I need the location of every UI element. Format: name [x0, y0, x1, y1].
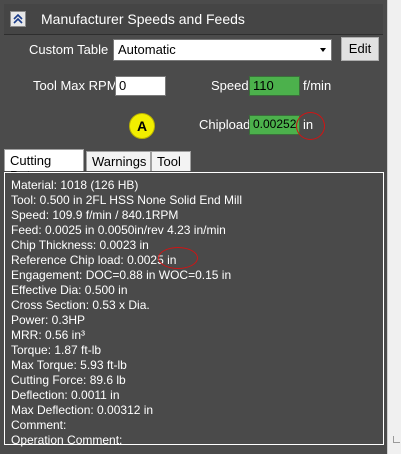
- data-line-max-deflection: Max Deflection: 0.00312 in: [11, 403, 154, 417]
- custom-table-label: Custom Table: [29, 42, 109, 57]
- data-line-deflection: Deflection: 0.0011 in: [11, 388, 120, 402]
- data-line-operation-comment: Operation Comment:: [11, 433, 123, 447]
- panel-title: Manufacturer Speeds and Feeds: [41, 11, 245, 27]
- custom-table-value: Automatic: [118, 42, 176, 57]
- chipload-input[interactable]: 0.00252: [249, 115, 300, 135]
- data-line-reference-chip-load: Reference Chip load: 0.0025 in: [11, 253, 177, 267]
- double-chevron-up-icon: [13, 14, 23, 24]
- edit-button[interactable]: Edit: [341, 37, 379, 61]
- tool-max-rpm-input[interactable]: 0: [115, 76, 166, 96]
- panel-header: Manufacturer Speeds and Feeds: [4, 4, 383, 35]
- speed-unit: f/min: [303, 78, 332, 93]
- speed-label: Speed: [211, 78, 249, 93]
- speeds-feeds-panel: Manufacturer Speeds and Feeds Custom Tab…: [0, 0, 387, 454]
- data-line-speed: Speed: 109.9 f/min / 840.1RPM: [11, 208, 179, 222]
- data-line-material: Material: 1018 (126 HB): [11, 178, 139, 192]
- dropdown-arrow-icon: [320, 48, 326, 52]
- custom-table-select[interactable]: Automatic: [113, 39, 332, 61]
- resize-grip-icon: [393, 436, 400, 443]
- tab-warnings[interactable]: Warnings: [86, 151, 151, 171]
- data-line-feed: Feed: 0.0025 in 0.0050in/rev 4.23 in/min: [11, 223, 226, 237]
- right-edge-strip: [387, 0, 401, 454]
- tool-max-rpm-label: Tool Max RPM: [33, 78, 118, 93]
- data-line-cross-section: Cross Section: 0.53 x Dia.: [11, 298, 150, 312]
- data-line-max-torque: Max Torque: 5.93 ft-lb: [11, 358, 127, 372]
- collapse-button[interactable]: [10, 11, 26, 27]
- speed-input[interactable]: 110: [249, 76, 300, 96]
- data-line-effective-dia: Effective Dia: 0.500 in: [11, 283, 128, 297]
- tab-tool[interactable]: Tool: [151, 151, 191, 171]
- data-line-comment: Comment:: [11, 418, 67, 432]
- data-line-cutting-force: Cutting Force: 89.6 lb: [11, 373, 126, 387]
- data-line-torque: Torque: 1.87 ft-lb: [11, 343, 102, 357]
- tab-cutting-data[interactable]: Cutting Data: [4, 149, 84, 183]
- data-line-tool: Tool: 0.500 in 2FL HSS None Solid End Mi…: [11, 193, 243, 207]
- red-annotation-circle-reference: [158, 247, 198, 269]
- data-line-engagement: Engagement: DOC=0.88 in WOC=0.15 in: [11, 268, 232, 282]
- chipload-label: Chipload: [199, 117, 251, 132]
- data-line-power: Power: 0.3HP: [11, 313, 86, 327]
- red-annotation-circle: [296, 112, 325, 140]
- data-line-chip-thickness: Chip Thickness: 0.0023 in: [11, 238, 149, 252]
- cutting-data-content: Material: 1018 (126 HB) Tool: 0.500 in 2…: [4, 172, 384, 447]
- callout-badge: A: [129, 113, 155, 139]
- data-line-mrr: MRR: 0.56 in³: [11, 328, 86, 342]
